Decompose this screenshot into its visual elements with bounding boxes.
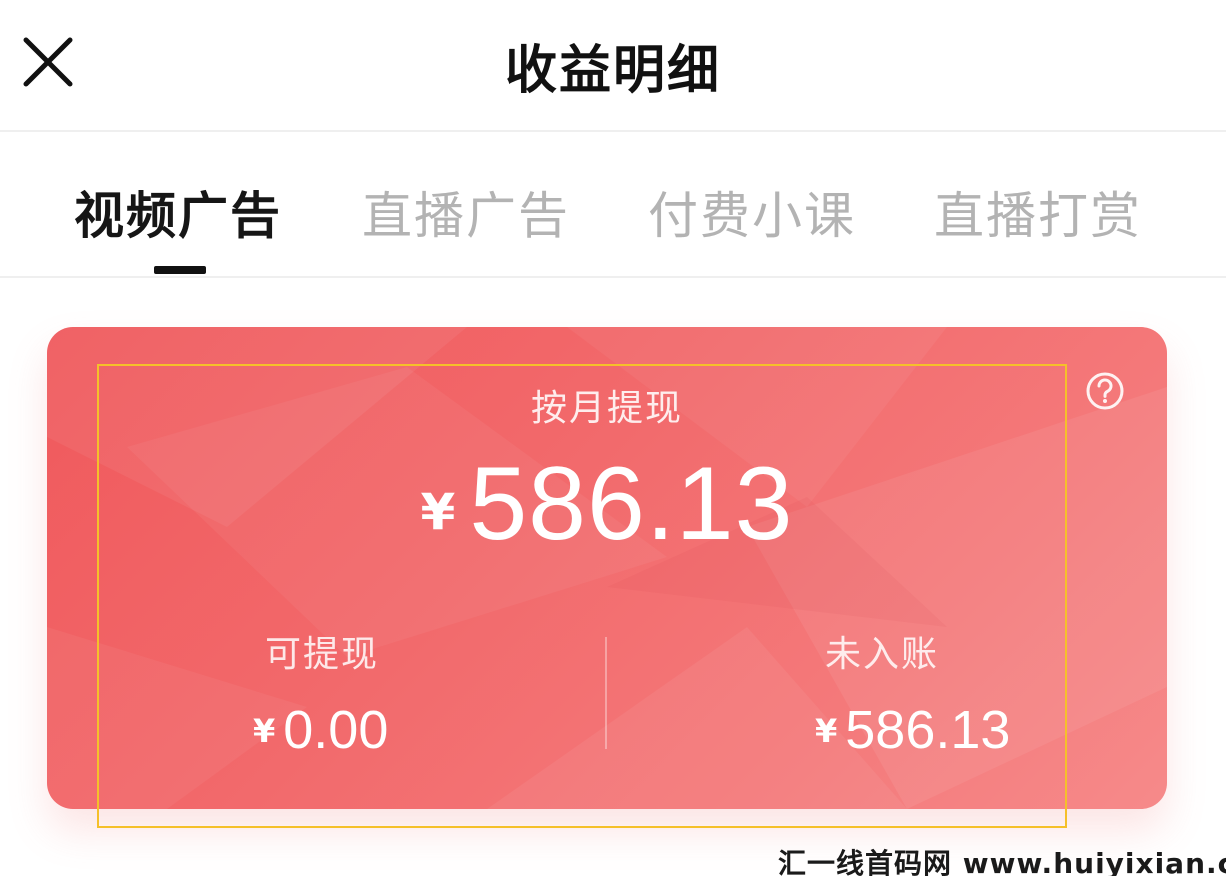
card-divider [605,637,607,749]
total-currency-symbol: ¥ [420,483,456,541]
withdrawable-value: ¥0.00 [253,699,388,761]
total-amount: 586.13 [469,446,794,562]
tab-bar: 视频广告 直播广告 付费小课 直播打赏 [0,132,1226,278]
withdrawable-label: 可提现 [265,634,380,675]
monthly-withdraw-label: 按月提现 [530,388,683,429]
earnings-detail-page: 收益明细 视频广告 直播广告 付费小课 直播打赏 按月提现 ¥ 586.13 可… [0,0,1226,876]
active-tab-indicator [154,266,206,274]
pending-value: ¥586.13 [815,699,1010,761]
tab-live-ads[interactable]: 直播广告 [362,176,570,248]
tab-video-ads[interactable]: 视频广告 [74,176,282,248]
total-earnings: ¥586.13 [47,445,1167,564]
tab-paid-courses[interactable]: 付费小课 [648,176,856,248]
nav-bar: 收益明细 [0,0,1226,132]
pending-currency-symbol: ¥ [815,712,838,750]
earnings-card: 按月提现 ¥586.13 可提现 ¥0.00 未入账 ¥586.13 [47,327,1167,809]
tab-live-tips[interactable]: 直播打赏 [934,176,1142,248]
withdrawable-amount: 0.00 [283,700,389,760]
page-title: 收益明细 [504,41,721,101]
withdrawable-currency-symbol: ¥ [253,712,276,750]
pending-label: 未入账 [825,634,940,675]
pending-amount: 586.13 [845,700,1011,760]
watermark-text: 汇一线首码网 www.huiyixian.com [778,847,1226,876]
